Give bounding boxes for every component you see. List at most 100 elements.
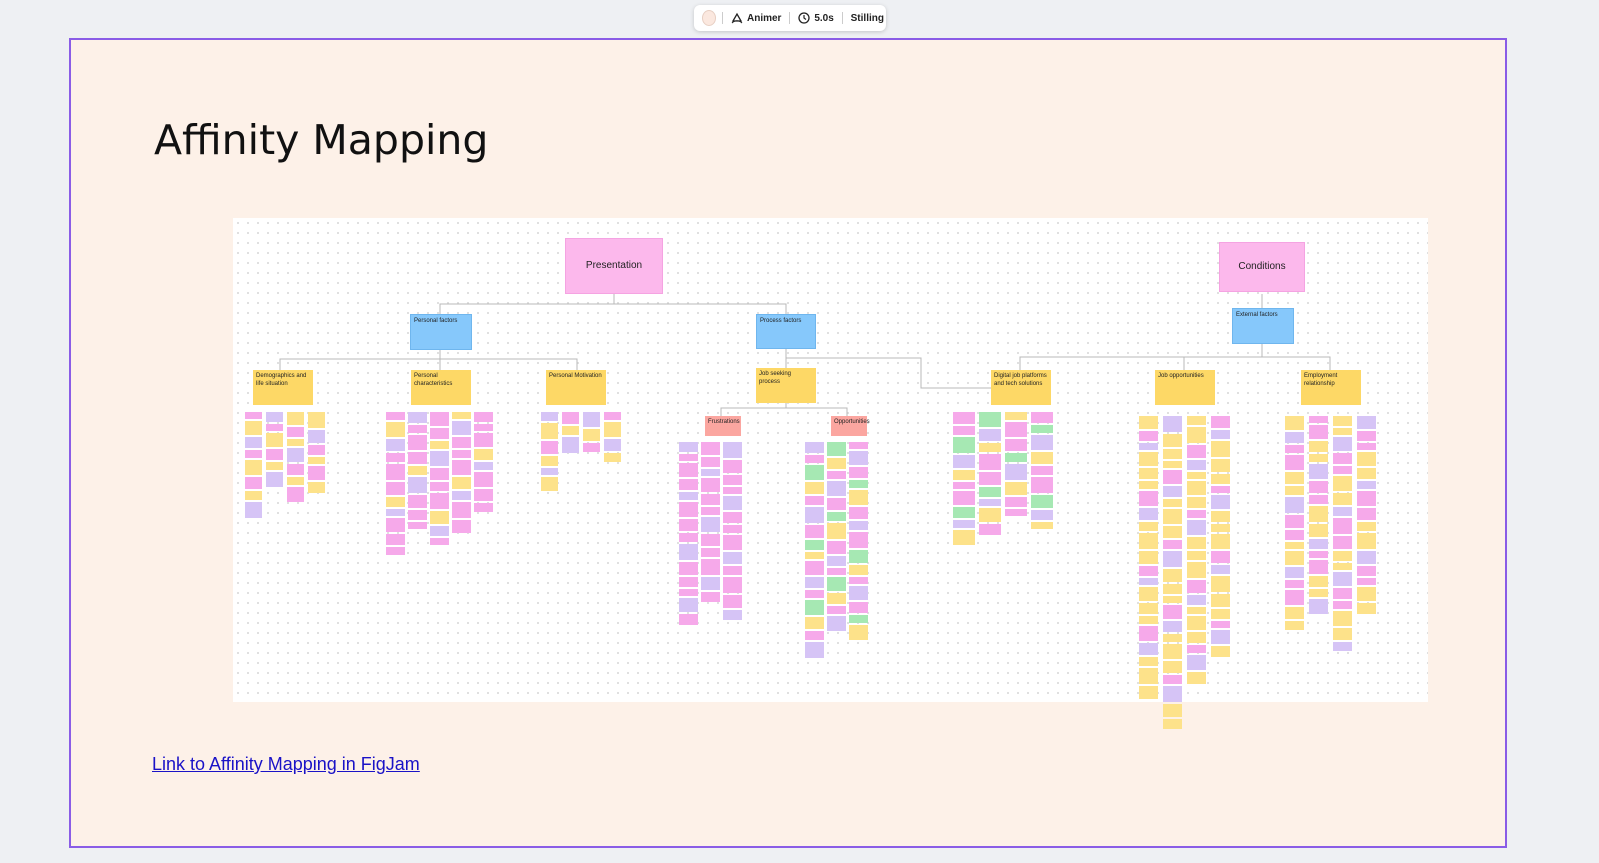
sticky-note[interactable] [474,449,493,460]
sticky-note[interactable] [805,465,824,480]
sticky-note[interactable] [1211,459,1230,472]
sticky-note[interactable] [1031,495,1053,508]
sticky-note[interactable] [849,442,868,449]
sticky-note[interactable] [541,477,558,491]
sticky-note[interactable] [723,496,742,510]
sticky-note[interactable] [1139,533,1158,549]
sticky-note[interactable] [1309,589,1328,597]
sticky-note[interactable] [1333,563,1352,570]
sticky-note[interactable] [827,481,846,496]
sticky-note[interactable] [805,496,824,505]
sticky-note[interactable] [1309,576,1328,587]
sticky-note[interactable] [583,429,600,441]
sticky-note[interactable] [1333,428,1352,435]
sticky-note[interactable] [849,550,868,563]
sticky-note[interactable] [1005,497,1027,507]
sticky-note[interactable] [1163,621,1182,632]
sticky-note[interactable] [1163,675,1182,684]
sticky-note[interactable] [953,491,975,505]
sticky-note[interactable] [452,502,471,518]
sticky-note[interactable] [701,478,720,492]
sticky-note[interactable] [266,449,283,460]
sticky-note[interactable] [1139,468,1158,479]
sticky-note[interactable] [1139,626,1158,641]
sticky-note[interactable] [1333,416,1352,426]
sticky-note[interactable] [953,530,975,545]
sticky-note[interactable] [953,437,975,453]
sticky-note[interactable] [1139,481,1158,489]
sticky-note[interactable] [1357,566,1376,576]
sticky-note[interactable] [827,471,846,479]
sticky-note[interactable] [1285,567,1304,578]
sticky-note[interactable] [723,566,742,575]
sticky-note[interactable] [701,494,720,505]
sticky-note[interactable] [604,412,621,420]
sticky-note[interactable] [701,507,720,515]
sticky-note[interactable] [308,430,325,443]
sticky-note[interactable] [1211,621,1230,628]
sticky-note[interactable] [1163,499,1182,507]
sticky-note[interactable] [1333,507,1352,516]
sticky-note[interactable] [701,548,720,557]
sticky-note[interactable] [1163,449,1182,459]
sticky-note[interactable] [386,453,405,462]
sticky-note[interactable] [805,540,824,550]
sticky-note[interactable] [1163,596,1182,603]
sticky-note[interactable] [1139,643,1158,655]
sticky-note[interactable] [1357,578,1376,585]
sticky-note[interactable] [1139,587,1158,601]
sticky-note[interactable] [1187,520,1206,535]
root-node-conditions[interactable]: Conditions [1219,242,1305,292]
sticky-note[interactable] [1333,601,1352,609]
sticky-note[interactable] [1333,611,1352,626]
sticky-note[interactable] [1139,668,1158,684]
sticky-note[interactable] [805,455,824,463]
sticky-note[interactable] [1187,551,1206,560]
sticky-note[interactable] [1163,644,1182,659]
sticky-note[interactable] [541,468,558,475]
sticky-note[interactable] [408,510,427,520]
sticky-note[interactable] [1333,642,1352,651]
sticky-note[interactable] [979,524,1001,535]
sticky-note[interactable] [827,606,846,614]
sticky-note[interactable] [679,492,698,500]
sticky-note[interactable] [1163,540,1182,549]
sticky-note[interactable] [723,577,742,593]
sticky-note[interactable] [979,454,1001,470]
sticky-note[interactable] [723,552,742,564]
sticky-note[interactable] [287,487,304,502]
sticky-note[interactable] [1031,425,1053,433]
sticky-note[interactable] [805,525,824,538]
sticky-note[interactable] [430,441,449,449]
sticky-note[interactable] [386,547,405,555]
sticky-note[interactable] [452,460,471,475]
sticky-note[interactable] [474,472,493,487]
sticky-note[interactable] [1285,432,1304,443]
sticky-note[interactable] [1187,416,1206,425]
sticky-note[interactable] [953,507,975,518]
sticky-note[interactable] [1357,603,1376,614]
sticky-note[interactable] [679,533,698,542]
animate-button[interactable]: Animer [729,12,783,24]
sticky-note[interactable] [1333,588,1352,599]
sticky-note[interactable] [1211,609,1230,619]
sticky-note[interactable] [308,466,325,480]
sticky-note[interactable] [979,443,1001,452]
sticky-note[interactable] [1163,526,1182,538]
sticky-note[interactable] [723,535,742,550]
sticky-note[interactable] [287,477,304,485]
sticky-note[interactable] [1357,443,1376,450]
sticky-note[interactable] [805,442,824,453]
sticky-note[interactable] [1357,522,1376,531]
sticky-note[interactable] [979,429,1001,441]
sticky-note[interactable] [1139,452,1158,466]
sticky-note[interactable] [474,412,493,422]
sticky-note[interactable] [1139,508,1158,520]
sticky-note[interactable] [408,452,427,464]
sticky-note[interactable] [723,487,742,494]
sticky-note[interactable] [386,482,405,495]
sticky-note[interactable] [1163,434,1182,447]
sticky-note[interactable] [827,616,846,631]
sticky-note[interactable] [1139,566,1158,576]
sticky-note[interactable] [408,477,427,493]
